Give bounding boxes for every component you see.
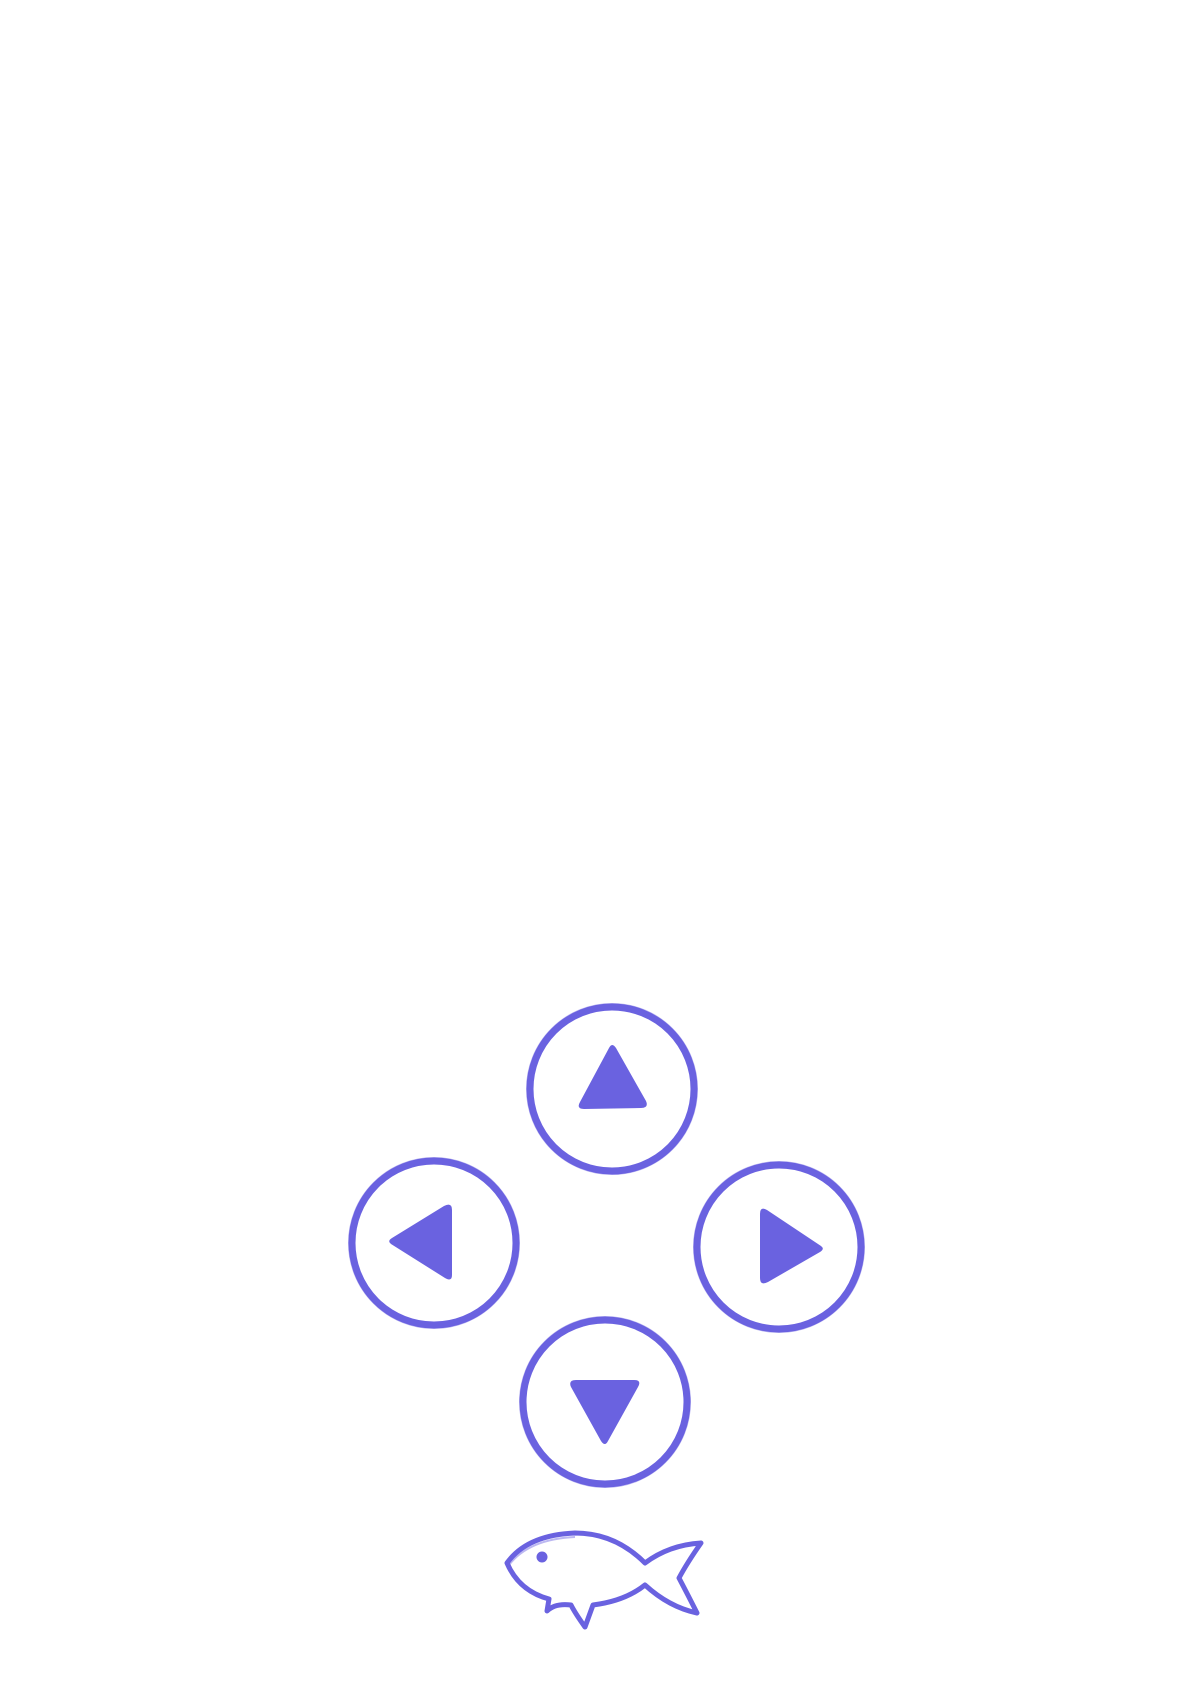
arrow-right-icon xyxy=(693,1161,865,1333)
dpad-up-button[interactable] xyxy=(523,1000,701,1178)
arrow-left-icon xyxy=(348,1157,520,1329)
game-screen xyxy=(0,0,1191,1684)
game-play-area[interactable] xyxy=(0,0,1191,960)
fish-icon xyxy=(504,1530,704,1630)
dpad-down-button[interactable] xyxy=(516,1313,694,1491)
dpad-left-button[interactable] xyxy=(345,1154,523,1332)
arrow-down-icon xyxy=(519,1316,691,1488)
arrow-up-icon xyxy=(526,1003,698,1175)
dpad-right-button[interactable] xyxy=(690,1158,868,1336)
fish-logo xyxy=(497,1523,717,1633)
